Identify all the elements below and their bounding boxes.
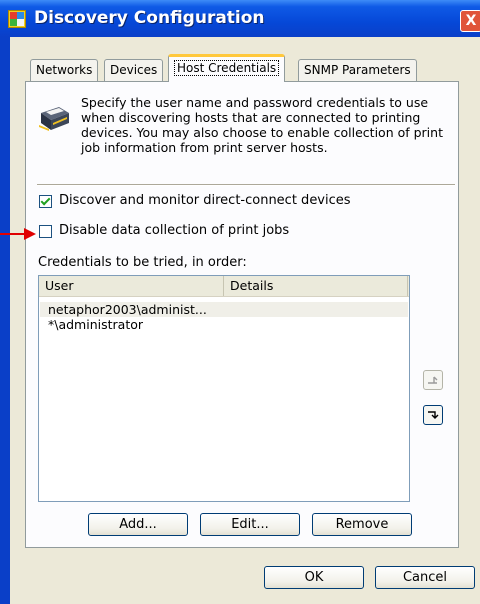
tab-snmp-parameters[interactable]: SNMP Parameters [298,59,417,81]
column-header-details[interactable]: Details [224,276,408,296]
remove-button[interactable]: Remove [312,513,412,536]
ok-button[interactable]: OK [264,566,364,589]
move-down-icon [428,411,439,419]
list-item[interactable]: netaphor2003\administ... [40,302,408,317]
list-item[interactable]: *\administrator [40,317,408,332]
window-title: Discovery Configuration [34,8,265,28]
red-arrow-icon [0,228,36,240]
disable-print-jobs-checkbox[interactable] [39,225,52,238]
add-button[interactable]: Add... [88,513,188,536]
tab-label: Devices [110,63,158,77]
dialog-window: Discovery Configuration X Networks Devic… [0,0,480,604]
tab-host-credentials[interactable]: Host Credentials [168,54,286,82]
list-header: User Details [39,276,409,297]
list-item-user: *\administrator [48,317,144,332]
close-button[interactable]: X [460,10,480,32]
credentials-label: Credentials to be tried, in order: [38,255,247,270]
discover-checkbox-label[interactable]: Discover and monitor direct-connect devi… [59,193,351,208]
move-down-button[interactable] [423,405,443,425]
tab-label: Host Credentials [174,60,280,76]
tab-label: SNMP Parameters [304,63,411,77]
disable-print-jobs-checkbox-label[interactable]: Disable data collection of print jobs [59,223,289,238]
list-item-user: netaphor2003\administ... [48,302,207,317]
column-header-user[interactable]: User [39,276,224,296]
credentials-list[interactable]: User Details netaphor2003\administ... *\… [38,275,410,502]
separator [37,184,455,186]
move-up-button[interactable] [423,370,443,390]
title-bar[interactable]: Discovery Configuration X [0,0,480,37]
printer-icon [39,107,69,131]
tab-label: Networks [36,63,93,77]
tab-devices[interactable]: Devices [104,59,164,81]
description-text: Specify the user name and password crede… [81,95,443,155]
move-up-icon [428,376,438,384]
discover-checkbox[interactable] [39,195,52,208]
discovery-app-icon [8,10,26,28]
edit-button[interactable]: Edit... [200,513,300,536]
cancel-button[interactable]: Cancel [375,566,475,589]
tab-networks[interactable]: Networks [30,59,99,81]
